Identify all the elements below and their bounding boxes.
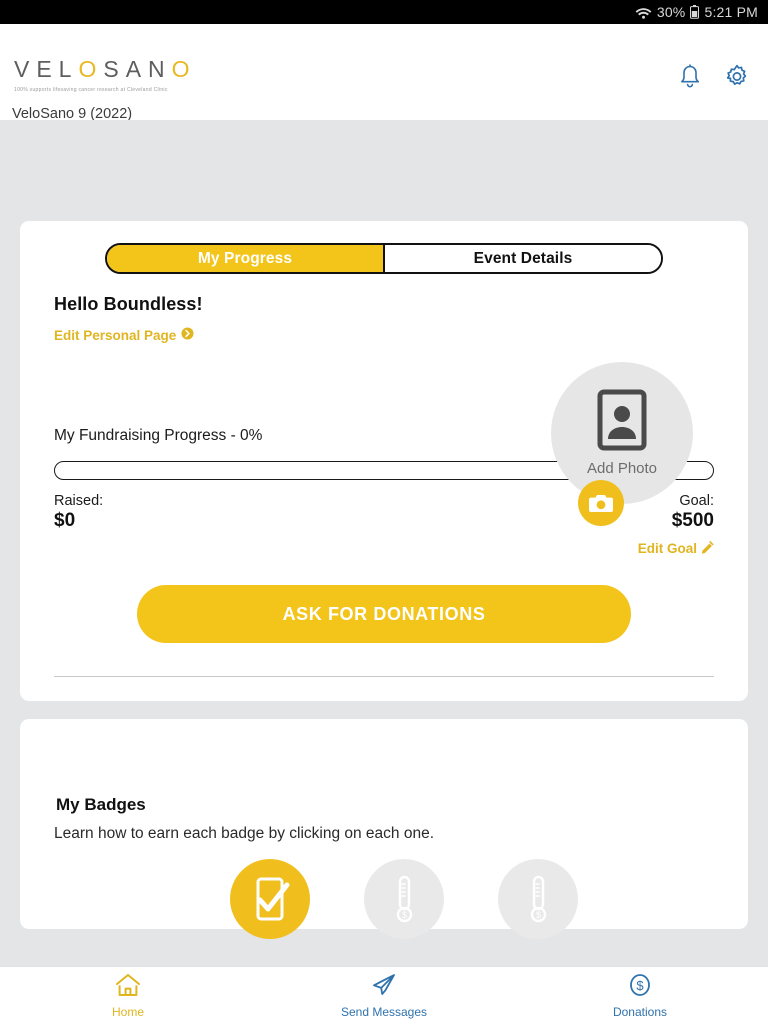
raised-value: $0 bbox=[54, 509, 76, 531]
bell-icon[interactable] bbox=[678, 64, 702, 90]
badges-header: My Badges Learn how to earn each badge b… bbox=[20, 719, 748, 843]
add-photo-label: Add Photo bbox=[586, 460, 658, 477]
ask-for-donations-button[interactable]: ASK FOR DONATIONS bbox=[137, 585, 631, 643]
wifi-icon bbox=[635, 6, 652, 19]
nav-send-messages-label: Send Messages bbox=[340, 1004, 428, 1019]
logo-wordmark: VELOSANO bbox=[14, 56, 197, 82]
scroll-content[interactable]: My Progress Event Details Hello Boundles… bbox=[0, 120, 768, 966]
app-header: VELOSANO 100% supports lifesaving cancer… bbox=[0, 24, 768, 122]
battery-percent: 30% bbox=[656, 4, 686, 20]
contact-card-icon bbox=[597, 389, 647, 456]
greeting-row: Hello Boundless! Edit Personal Page Add … bbox=[20, 274, 748, 526]
my-progress-card: My Progress Event Details Hello Boundles… bbox=[20, 221, 748, 701]
edit-goal-link[interactable]: Edit Goal bbox=[637, 540, 714, 557]
tab-event-details[interactable]: Event Details bbox=[385, 245, 661, 272]
badges-title: My Badges bbox=[56, 795, 146, 814]
add-photo-button[interactable]: Add Photo bbox=[551, 362, 693, 504]
raised-label: Raised: bbox=[54, 492, 104, 509]
home-icon bbox=[115, 973, 141, 1002]
logo-tagline: 100% supports lifesaving cancer research… bbox=[14, 87, 197, 93]
velosano-logo: VELOSANO 100% supports lifesaving cancer… bbox=[14, 56, 197, 94]
badges-row: $ $ bbox=[20, 859, 748, 939]
tab-event-details-label: Event Details bbox=[473, 249, 573, 267]
nav-item-home[interactable]: Home bbox=[0, 967, 256, 1024]
edit-personal-page-label: Edit Personal Page bbox=[54, 327, 177, 343]
raised-group: Raised: $0 bbox=[54, 493, 103, 532]
card-footer-space bbox=[20, 677, 748, 701]
battery-icon bbox=[690, 5, 700, 19]
dollar-circle-icon: $ bbox=[627, 973, 653, 1002]
page-title: Hello Boundless! bbox=[54, 294, 203, 314]
badge-thermometer-2[interactable]: $ bbox=[498, 859, 578, 939]
tab-my-progress[interactable]: My Progress bbox=[107, 245, 385, 272]
nav-item-donations[interactable]: $ Donations bbox=[512, 967, 768, 1024]
nav-home-label: Home bbox=[111, 1004, 144, 1019]
pencil-icon bbox=[701, 540, 714, 557]
nav-item-send-messages[interactable]: Send Messages bbox=[256, 967, 512, 1024]
badge-thermometer-1[interactable]: $ bbox=[364, 859, 444, 939]
svg-text:$: $ bbox=[402, 910, 407, 920]
svg-text:$: $ bbox=[636, 978, 644, 993]
bottom-navigation: Home Send Messages $ Donations bbox=[0, 966, 768, 1024]
tab-bar: My Progress Event Details bbox=[105, 243, 663, 274]
my-badges-card: My Badges Learn how to earn each badge b… bbox=[20, 719, 748, 939]
circle-arrow-right-icon bbox=[181, 327, 194, 343]
badges-subtitle: Learn how to earn each badge by clicking… bbox=[54, 825, 435, 842]
logo-tagline-text: 100% supports lifesaving cancer research… bbox=[14, 87, 168, 93]
badge-self-donation[interactable] bbox=[230, 859, 310, 939]
tab-my-progress-label: My Progress bbox=[197, 249, 293, 267]
profile-photo-block: Add Photo bbox=[551, 362, 693, 526]
header-actions bbox=[678, 64, 750, 90]
svg-text:$: $ bbox=[536, 910, 541, 920]
edit-personal-page-link[interactable]: Edit Personal Page bbox=[54, 327, 194, 343]
status-bar: 30% 5:21 PM bbox=[0, 0, 768, 24]
app-root: 30% 5:21 PM VELOSANO 100% supports lifes… bbox=[0, 0, 768, 1024]
goal-value: $500 bbox=[671, 509, 714, 531]
clock-time: 5:21 PM bbox=[704, 4, 758, 20]
camera-icon[interactable] bbox=[578, 480, 624, 526]
paper-plane-icon bbox=[371, 973, 397, 1002]
edit-goal-label: Edit Goal bbox=[637, 541, 697, 556]
nav-donations-label: Donations bbox=[612, 1004, 668, 1019]
gear-icon[interactable] bbox=[724, 64, 750, 90]
